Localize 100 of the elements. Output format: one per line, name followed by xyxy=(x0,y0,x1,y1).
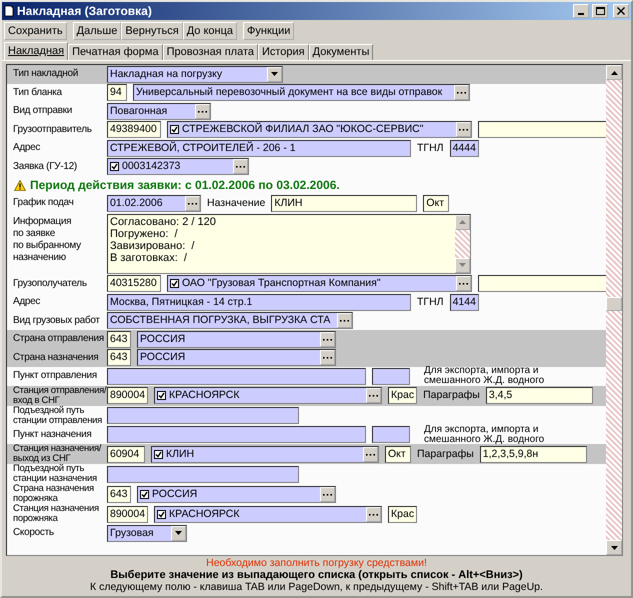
checkbox[interactable] xyxy=(154,450,163,458)
lookup-field[interactable]: Повагонная xyxy=(107,102,211,120)
scroll-down-button[interactable] xyxy=(606,540,622,555)
dropdown-field[interactable]: Грузовая xyxy=(107,524,187,542)
input-field[interactable] xyxy=(107,407,299,424)
checkbox[interactable] xyxy=(157,510,166,518)
lookup-field[interactable]: 01.02.2006 xyxy=(107,194,201,212)
browse-button[interactable] xyxy=(320,332,335,347)
browse-button[interactable] xyxy=(233,159,248,174)
close-button[interactable] xyxy=(613,4,629,18)
browse-button[interactable] xyxy=(454,85,469,100)
input-field[interactable]: 94 xyxy=(107,84,127,102)
input-field[interactable]: Москва, Пятницкая - 14 стр.1 xyxy=(107,294,411,311)
input-field[interactable]: Окт xyxy=(385,446,411,462)
checkbox[interactable] xyxy=(170,125,179,134)
browse-button[interactable] xyxy=(337,313,352,328)
input-field[interactable]: КЛИН xyxy=(271,194,418,212)
browse-button[interactable] xyxy=(320,486,335,502)
input-field[interactable]: 4144 xyxy=(450,294,479,311)
browse-button[interactable] xyxy=(363,446,378,462)
lookup-field[interactable]: КЛИН xyxy=(151,446,379,462)
field-label: Параграфы xyxy=(423,389,480,402)
browse-button[interactable] xyxy=(185,196,200,211)
tab[interactable]: Провозная плата xyxy=(162,44,258,60)
browse-button[interactable] xyxy=(456,122,471,138)
input-field[interactable]: Окт xyxy=(423,194,450,212)
scroll-up-button[interactable] xyxy=(455,214,470,230)
input-field[interactable]: 890004 xyxy=(107,506,148,522)
lookup-field[interactable]: ОАО "Грузовая Транспортная Компания" xyxy=(167,275,472,292)
input-field[interactable]: 40315280 xyxy=(107,275,161,292)
checkbox[interactable] xyxy=(140,490,149,498)
toolbar-button[interactable]: Дальше xyxy=(72,22,122,40)
input-field[interactable]: СТРЕЖЕВОЙ, СТРОИТЕЛЕЙ - 206 - 1 xyxy=(107,140,411,157)
input-field[interactable]: 49389400 xyxy=(107,121,161,138)
input-field[interactable]: Крас xyxy=(388,387,418,404)
input-field[interactable]: 643 xyxy=(107,349,131,366)
browse-button[interactable] xyxy=(320,350,335,366)
checkbox[interactable] xyxy=(170,279,179,288)
lookup-field[interactable]: КРАСНОЯРСК xyxy=(154,506,382,522)
browse-button[interactable] xyxy=(366,388,382,403)
field-label: Адрес xyxy=(12,143,42,154)
checkbox[interactable] xyxy=(157,391,166,400)
maximize-icon xyxy=(596,7,604,15)
maximize-button[interactable] xyxy=(592,4,608,18)
lookup-field[interactable]: 0003142373 xyxy=(107,158,249,176)
tab[interactable]: Документы xyxy=(308,44,374,60)
field-label: Грузоотправитель xyxy=(12,124,93,135)
lookup-field[interactable]: КРАСНОЯРСК xyxy=(154,387,382,404)
field-label: ТГНЛ xyxy=(417,296,444,309)
input-field[interactable]: 643 xyxy=(107,330,131,348)
toolbar-button[interactable]: Функции xyxy=(243,22,294,40)
input-field[interactable] xyxy=(478,121,606,138)
input-field[interactable] xyxy=(372,426,410,444)
input-field[interactable]: 890004 xyxy=(107,387,148,404)
dropdown-button[interactable] xyxy=(171,526,186,541)
checkmark-icon xyxy=(141,490,148,498)
dropdown-field[interactable]: Накладная на погрузку xyxy=(107,66,283,83)
lookup-field[interactable]: РОССИЯ xyxy=(137,486,336,502)
toolbar-button[interactable]: Сохранить xyxy=(4,22,67,40)
field-label: Информация по заявке по выбранному назначению xyxy=(12,214,82,264)
scroll-up-button[interactable] xyxy=(606,65,622,80)
input-field[interactable] xyxy=(107,368,366,385)
window-title: Накладная (Заготовка) xyxy=(17,4,153,18)
field-label: Подъездной путь станции назначения xyxy=(12,464,98,484)
dropdown-button[interactable] xyxy=(267,66,282,82)
input-field[interactable] xyxy=(478,275,606,292)
ellipsis-icon xyxy=(457,91,466,94)
field-label: Пункт назначения xyxy=(12,430,92,440)
keyboard-hint: К следующему полю - клавиша TAB или PageDown, к предыдущему - Shift+TAB или PageUp. xyxy=(89,581,544,593)
tab[interactable]: Печатная форма xyxy=(68,44,163,60)
lookup-field[interactable]: РОССИЯ xyxy=(137,330,336,348)
lookup-field[interactable]: СТРЕЖЕВСКОЙ ФИЛИАЛ ЗАО "ЮКОС-СЕРВИС" xyxy=(167,121,472,138)
scroll-thumb[interactable] xyxy=(606,297,622,311)
input-field[interactable]: 1,2,3,5,9,8н xyxy=(480,446,587,462)
input-field[interactable] xyxy=(107,466,299,482)
toolbar-button[interactable]: До конца xyxy=(182,22,238,40)
input-field[interactable]: 4444 xyxy=(450,140,479,157)
ellipsis-icon xyxy=(459,282,468,286)
checkbox[interactable] xyxy=(110,162,119,172)
browse-button[interactable] xyxy=(366,506,382,522)
input-field[interactable]: 60904 xyxy=(107,446,145,462)
ellipsis-icon xyxy=(366,452,375,456)
input-field[interactable]: 3,4,5 xyxy=(486,387,593,404)
browse-button[interactable] xyxy=(195,104,210,119)
scrollbar[interactable] xyxy=(606,65,622,555)
hint-text: Для экспорта, импорта и смешанного Ж.Д. водного xyxy=(424,366,544,386)
field-label: Подъездной путь станции отправления xyxy=(12,406,104,426)
lookup-field[interactable]: Универсальный перевозочный документ на все виды отправок xyxy=(133,84,470,102)
tab[interactable]: Накладная xyxy=(4,42,68,60)
minimize-button[interactable] xyxy=(573,4,589,18)
lookup-field[interactable]: РОССИЯ xyxy=(137,349,336,366)
input-field[interactable]: Крас xyxy=(388,506,418,522)
tab[interactable]: История xyxy=(258,44,309,60)
toolbar-button[interactable]: Вернуться xyxy=(121,22,183,40)
input-field[interactable] xyxy=(107,426,366,444)
input-field[interactable]: 643 xyxy=(107,486,131,502)
browse-button[interactable] xyxy=(456,276,471,292)
ellipsis-icon xyxy=(459,128,468,132)
lookup-field[interactable]: СОБСТВЕННАЯ ПОГРУЗКА, ВЫГРУЗКА СТА xyxy=(107,312,354,330)
input-field[interactable] xyxy=(372,368,410,385)
